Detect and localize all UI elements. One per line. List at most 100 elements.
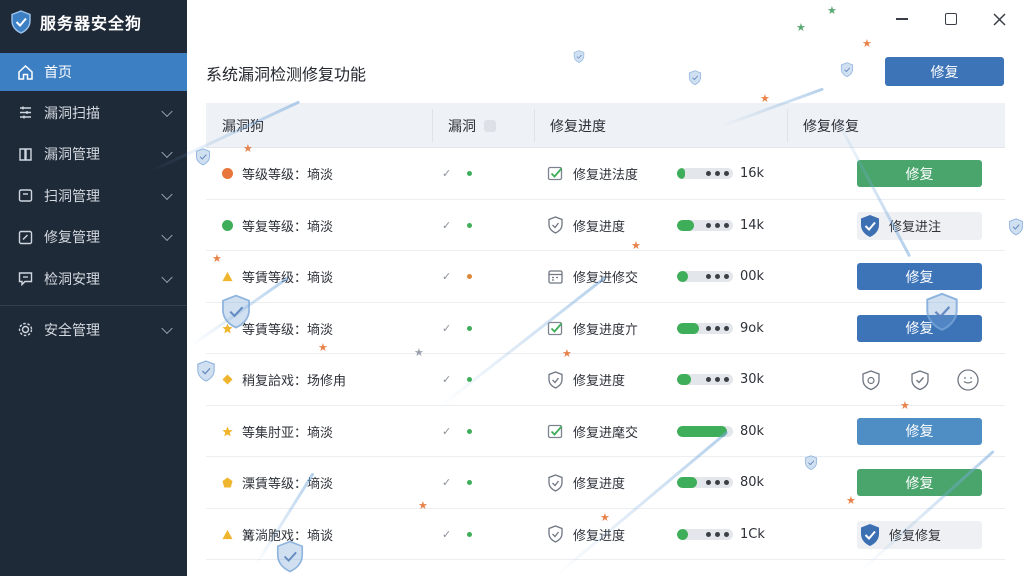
sidebar-item-home[interactable]: 首页 <box>0 53 187 91</box>
severity-cell: 等賃等级：墒淡 <box>222 303 333 354</box>
sidebar-item-scan-manage[interactable]: 扫洞管理 <box>0 176 187 216</box>
repair-status-badge[interactable]: 修复修复 <box>857 520 982 549</box>
progress-status-label: 修复进修交 <box>573 271 639 286</box>
tick-icon: ✓ <box>442 476 452 489</box>
progress-value: 9ok <box>740 320 764 336</box>
calendar-icon <box>546 268 564 286</box>
row-repair-button[interactable]: 修复 <box>857 263 982 290</box>
shield-check-icon[interactable] <box>908 368 932 392</box>
action-icon-group <box>857 366 982 394</box>
chevron-down-icon <box>161 271 173 283</box>
column-divider <box>534 109 535 142</box>
status-dot <box>467 480 472 485</box>
column-header-action[interactable]: 修复修复 <box>803 103 859 148</box>
row-repair-button[interactable]: 修复 <box>857 469 982 496</box>
progress-status-label: 修复进麾交 <box>573 425 639 441</box>
row-repair-button[interactable]: 修复 <box>857 160 982 187</box>
severity-label: 等复等级：墒淡 <box>242 219 334 235</box>
sidebar-divider <box>0 304 187 306</box>
status-dot <box>467 325 472 331</box>
tick-icon: ✓ <box>442 270 452 283</box>
row-repair-button[interactable]: 修复 <box>857 417 982 445</box>
progress-status-cell: 修复进度 <box>546 200 625 251</box>
table-row[interactable]: 稍复詥戏：场修甪 ✓ 修复进度 30k <box>206 354 1005 406</box>
status-dot <box>467 531 472 537</box>
progress-bar-fill <box>677 322 700 334</box>
progress-dots <box>706 222 729 228</box>
sidebar-item-detect-manage[interactable]: 检洞安理 <box>0 259 187 299</box>
progress-bar-fill <box>677 477 697 488</box>
table-row[interactable]: 等复等级：墒淡 ✓ 修复进度 14k 修复进注 <box>206 200 1005 251</box>
progress-status-label: 修复进度 <box>573 374 626 389</box>
shield-icon <box>546 370 564 389</box>
table-header: 漏洞狗 漏洞 修复进度 修复修复 <box>206 103 1005 148</box>
sidebar-item-vuln-scan[interactable]: 漏洞扫描 <box>0 93 187 133</box>
table-row[interactable]: 等賃等级：墒谈 ✓ 修复进修交 00k 修复 <box>206 251 1005 303</box>
column-header-vuln[interactable]: 漏洞 <box>448 103 496 148</box>
scan-list-icon <box>16 104 34 122</box>
tick-mark: ✓ <box>442 354 451 405</box>
minimize-button[interactable] <box>889 8 915 30</box>
maximize-button[interactable] <box>938 8 964 30</box>
gear-icon <box>16 321 34 339</box>
bug-shield-icon[interactable] <box>859 368 883 392</box>
progress-status-label: 修复进度 <box>573 528 626 544</box>
table-row[interactable]: 等级等级：墒淡 ✓ 修复进法度 16k 修复 <box>206 148 1005 200</box>
table-row[interactable]: 篝淌胞戏：墒谈 ✓ 修复进度 1Ck 修复修复 <box>206 509 1005 560</box>
progress-bar-fill <box>677 219 694 231</box>
severity-cell: 等级等级：墒淡 <box>222 148 333 199</box>
sidebar-item-repair-manage[interactable]: 修复管理 <box>0 217 187 257</box>
book-icon <box>16 145 34 163</box>
severity-cell: 篝淌胞戏：墒谈 <box>222 509 333 560</box>
severity-cell: 等集肘亚：墒淡 <box>222 406 333 457</box>
badge-label: 修复修复 <box>889 529 942 544</box>
badge-label: 修复进注 <box>889 220 942 235</box>
close-button[interactable] <box>986 8 1012 30</box>
column-header-name[interactable]: 漏洞狗 <box>222 103 264 148</box>
shield-icon <box>546 473 564 492</box>
row-repair-button[interactable]: 修复 <box>857 314 982 342</box>
chevron-down-icon <box>161 188 173 200</box>
sidebar-nav: 首页 漏洞扫描 漏洞管理 扫洞管理 修复管理 检洞安理 安全管理 <box>0 53 187 350</box>
progress-dots <box>706 531 729 537</box>
progress-bar <box>677 271 733 282</box>
progress-bar <box>677 322 733 334</box>
severity-star-icon <box>222 322 242 334</box>
tick-icon: ✓ <box>442 321 452 335</box>
tick-mark: ✓ <box>442 457 451 508</box>
check-icon <box>546 165 564 183</box>
shield-icon <box>861 214 879 237</box>
progress-value: 16k <box>740 166 765 181</box>
progress-bar <box>677 219 733 231</box>
progress-status-label: 修复进度 <box>573 477 626 492</box>
tick-mark: ✓ <box>442 251 451 302</box>
severity-label: 等级等级：墒淡 <box>242 168 334 183</box>
shield-icon <box>861 523 879 546</box>
progress-value: 30k <box>740 372 765 387</box>
app-title: 服务器安全狗 <box>40 14 143 33</box>
progress-bar-fill <box>677 374 691 385</box>
edit-box-icon <box>16 228 34 246</box>
column-header-progress[interactable]: 修复进度 <box>550 103 606 148</box>
maximize-icon <box>945 13 957 25</box>
progress-dots <box>706 377 729 382</box>
tick-mark: ✓ <box>442 148 451 199</box>
repair-all-button[interactable]: 修复 <box>885 57 1004 86</box>
progress-status-label: 修复进度 <box>573 219 626 235</box>
status-dot-cell <box>467 354 472 405</box>
progress-bar <box>677 374 733 385</box>
chevron-down-icon <box>161 229 173 242</box>
progress-status-cell: 修复进度亣 <box>546 303 638 354</box>
table-row[interactable]: 等賃等级：墒淡 ✓ 修复进度亣 9ok 修复 <box>206 303 1005 354</box>
severity-label: 篝淌胞戏：墒谈 <box>242 528 334 544</box>
sidebar-item-vuln-manage[interactable]: 漏洞管理 <box>0 134 187 174</box>
sidebar-item-security-manage[interactable]: 安全管理 <box>0 310 187 350</box>
severity-triangle-icon <box>222 529 242 540</box>
repair-status-badge[interactable]: 修复进注 <box>857 211 982 240</box>
chevron-down-icon <box>161 146 173 159</box>
table-row[interactable]: 等集肘亚：墒淡 ✓ 修复进麾交 80k 修复 <box>206 406 1005 457</box>
sidebar-item-label: 安全管理 <box>44 322 100 339</box>
smile-circle-icon[interactable] <box>956 368 980 392</box>
progress-status-label: 修复进法度 <box>573 168 639 183</box>
table-row[interactable]: 溧賃等级：墒淡 ✓ 修复进度 80k 修复 <box>206 457 1005 509</box>
